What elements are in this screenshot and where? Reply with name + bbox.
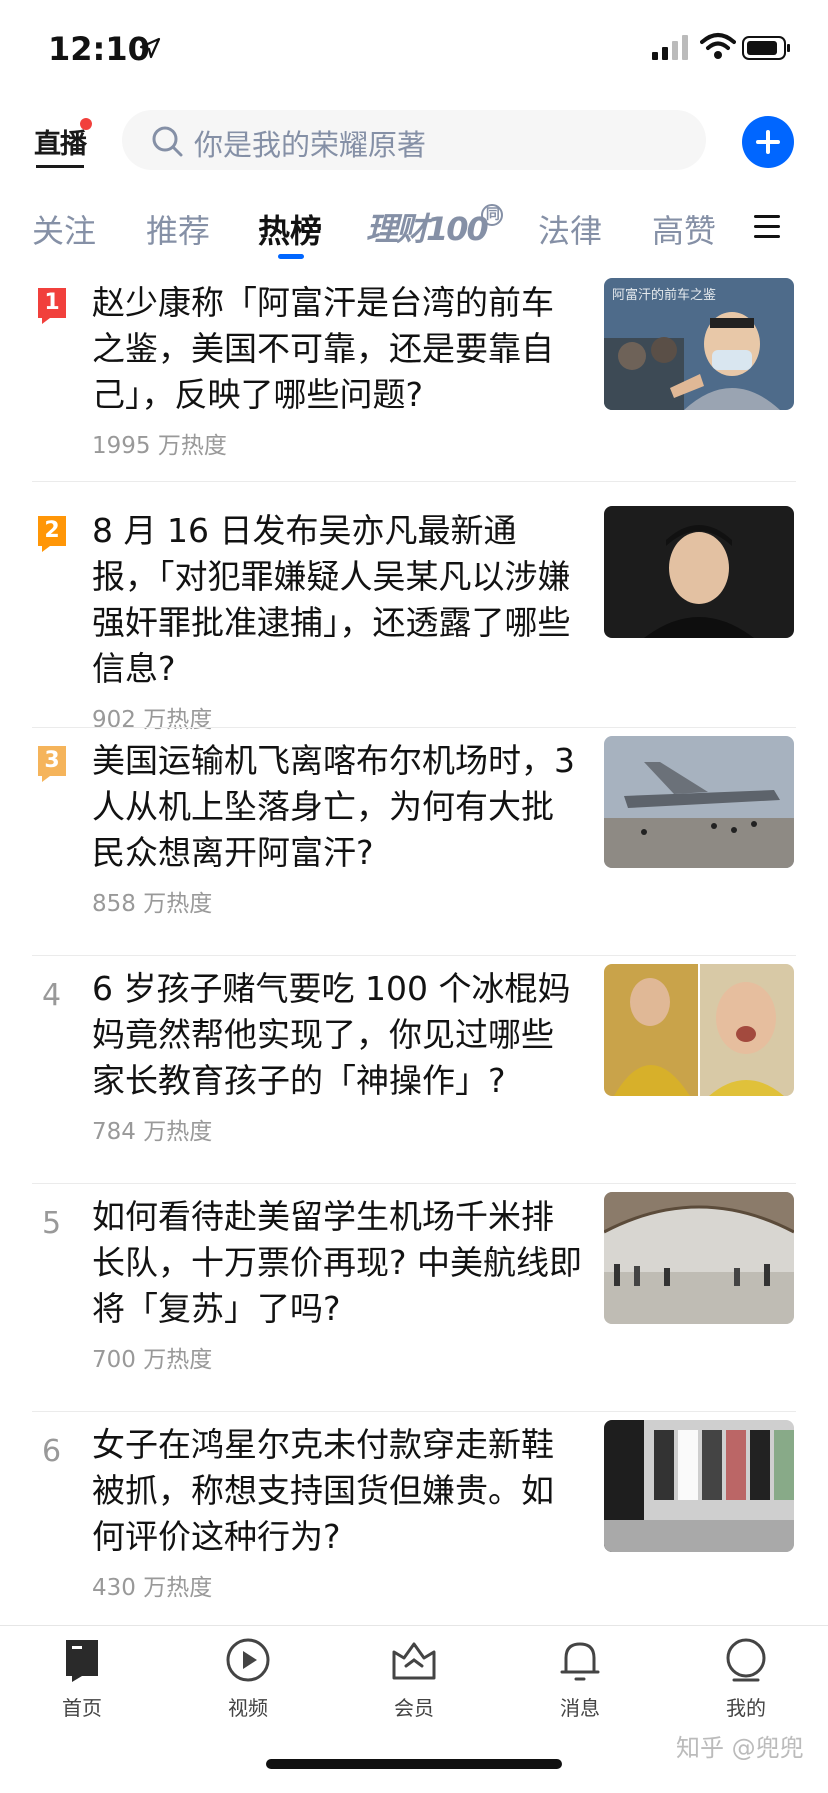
rank-number: 5 <box>42 1206 62 1241</box>
item-heat: 430 万热度 <box>92 1575 213 1601</box>
create-button[interactable] <box>742 116 794 168</box>
item-thumbnail[interactable] <box>604 964 794 1096</box>
rank-number: 3 <box>44 748 60 773</box>
item-heat: 1995 万热度 <box>92 433 227 459</box>
nav-messages[interactable]: 消息 <box>520 1636 640 1736</box>
location-arrow-icon <box>139 37 161 59</box>
status-bar: 12:10 <box>0 0 828 96</box>
rank-number: 2 <box>44 518 60 543</box>
tab-recommend[interactable]: 推荐 <box>146 206 210 252</box>
video-icon <box>226 1638 270 1682</box>
tab-finance-label: 理财100 <box>366 210 489 248</box>
item-thumbnail[interactable] <box>604 1192 794 1324</box>
thumbnail-caption: 阿富汗的前车之鉴 <box>612 288 717 303</box>
item-heat: 858 万热度 <box>92 891 213 917</box>
hot-list-item[interactable]: 1 赵少康称「阿富汗是台湾的前车之鉴，美国不可靠，还是要靠自己」，反映了哪些问题… <box>0 270 828 482</box>
cellular-signal-icon <box>652 35 688 60</box>
home-icon <box>66 1640 98 1682</box>
rank-badge: 3 <box>38 746 66 782</box>
battery-icon <box>742 36 790 60</box>
tab-finance[interactable]: 理财100同 <box>366 204 503 250</box>
thumbnail-image <box>604 736 794 868</box>
item-thumbnail[interactable] <box>604 1420 794 1552</box>
nav-membership-label: 会员 <box>394 1696 434 1720</box>
item-heat: 700 万热度 <box>92 1347 213 1373</box>
status-time: 12:10 <box>48 30 150 68</box>
thumbnail-image <box>604 964 794 1096</box>
thumbnail-image <box>604 1192 794 1324</box>
rank-number: 6 <box>42 1434 62 1469</box>
tab-hot[interactable]: 热榜 <box>258 206 322 252</box>
search-icon <box>152 126 183 157</box>
item-title[interactable]: 赵少康称「阿富汗是台湾的前车之鉴，美国不可靠，还是要靠自己」，反映了哪些问题? <box>92 280 582 418</box>
nav-video[interactable]: 视频 <box>188 1636 308 1736</box>
nav-membership[interactable]: 会员 <box>354 1636 474 1736</box>
live-button[interactable]: 直播 <box>34 118 92 170</box>
item-title[interactable]: 6 岁孩子赌气要吃 100 个冰棍妈妈竟然帮他实现了，你见过哪些家长教育孩子的「… <box>92 966 582 1104</box>
item-thumbnail[interactable]: 阿富汗的前车之鉴 <box>604 278 794 410</box>
nav-profile[interactable]: 我的 <box>686 1636 806 1736</box>
category-tabs: 关注 推荐 热榜 理财100同 法律 高赞 <box>0 198 828 259</box>
item-heat: 784 万热度 <box>92 1119 213 1145</box>
hot-list-item[interactable]: 4 6 岁孩子赌气要吃 100 个冰棍妈妈竟然帮他实现了，你见过哪些家长教育孩子… <box>0 956 828 1184</box>
rank-number: 1 <box>44 290 60 315</box>
tab-finance-badge: 同 <box>480 204 503 226</box>
rank-number: 4 <box>42 978 62 1013</box>
tab-law[interactable]: 法律 <box>538 206 602 252</box>
rank-badge: 1 <box>38 288 66 324</box>
plus-icon <box>756 130 780 154</box>
tab-follow[interactable]: 关注 <box>32 206 96 252</box>
live-underline <box>36 165 84 168</box>
thumbnail-image <box>604 1420 794 1552</box>
search-input[interactable]: 你是我的荣耀原著 <box>122 110 706 170</box>
hot-list-item[interactable]: 2 8 月 16 日发布吴亦凡最新通报，「对犯罪嫌疑人吴某凡以涉嫌强奸罪批准逮捕… <box>0 498 828 733</box>
wifi-icon <box>700 33 736 59</box>
search-placeholder: 你是我的荣耀原著 <box>194 128 427 162</box>
item-thumbnail[interactable] <box>604 506 794 638</box>
item-divider <box>32 481 796 482</box>
home-indicator[interactable] <box>266 1759 562 1769</box>
hot-list-item[interactable]: 3 美国运输机飞离喀布尔机场时，3 人从机上坠落身亡，为何有大批民众想离开阿富汗… <box>0 728 828 956</box>
active-tab-indicator <box>278 254 304 259</box>
nav-home-label: 首页 <box>62 1696 102 1720</box>
hot-list-item[interactable]: 5 如何看待赴美留学生机场千米排长队，十万票价再现? 中美航线即将「复苏」了吗?… <box>0 1184 828 1412</box>
live-notification-dot <box>80 118 92 130</box>
nav-messages-label: 消息 <box>560 1696 600 1720</box>
item-title[interactable]: 美国运输机飞离喀布尔机场时，3 人从机上坠落身亡，为何有大批民众想离开阿富汗? <box>92 738 582 876</box>
menu-icon[interactable] <box>752 212 782 242</box>
watermark: 知乎 @兜兜 <box>676 1734 804 1762</box>
crown-icon <box>392 1642 436 1680</box>
nav-profile-label: 我的 <box>726 1696 766 1720</box>
item-title[interactable]: 8 月 16 日发布吴亦凡最新通报，「对犯罪嫌疑人吴某凡以涉嫌强奸罪批准逮捕」，… <box>92 508 582 692</box>
bell-icon <box>560 1642 600 1681</box>
item-title[interactable]: 女子在鸿星尔克未付款穿走新鞋被抓，称想支持国货但嫌贵。如何评价这种行为? <box>92 1422 582 1560</box>
rank-badge: 2 <box>38 516 66 552</box>
nav-video-label: 视频 <box>228 1696 268 1720</box>
thumbnail-image <box>604 506 794 638</box>
profile-icon <box>726 1638 766 1682</box>
hot-list-item[interactable]: 6 女子在鸿星尔克未付款穿走新鞋被抓，称想支持国货但嫌贵。如何评价这种行为? 4… <box>0 1412 828 1612</box>
item-thumbnail[interactable] <box>604 736 794 868</box>
item-title[interactable]: 如何看待赴美留学生机场千米排长队，十万票价再现? 中美航线即将「复苏」了吗? <box>92 1194 582 1332</box>
tab-top-rated[interactable]: 高赞 <box>652 206 716 252</box>
nav-home[interactable]: 首页 <box>22 1636 142 1736</box>
